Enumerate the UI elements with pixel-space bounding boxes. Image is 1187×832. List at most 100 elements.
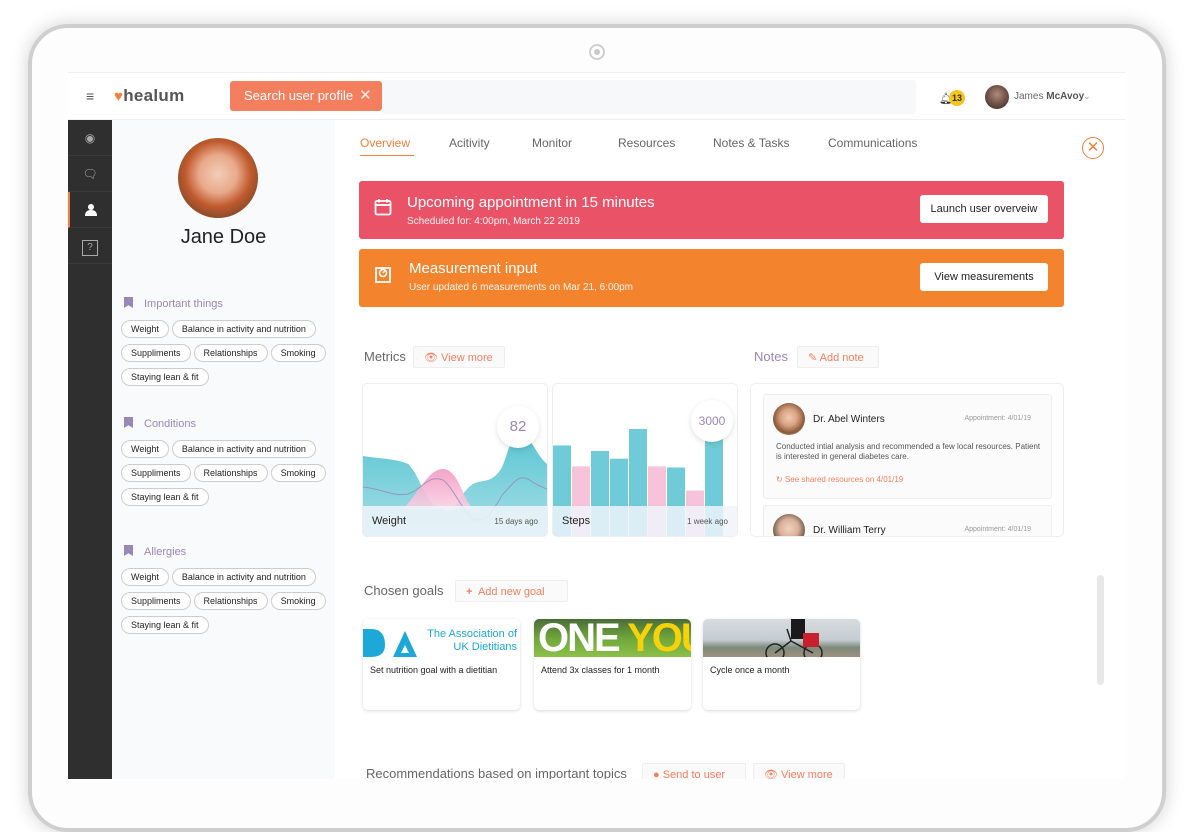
tab-resources[interactable]: Resources (618, 136, 675, 150)
goal-image-one-you: ONE YOU (534, 619, 691, 660)
note-item[interactable]: Dr. Abel Winters Appointment: 4/01/19 Co… (763, 394, 1052, 499)
search-chip-label: Search user profile (244, 88, 354, 103)
notes-label: Notes (754, 349, 788, 364)
notification-badge[interactable]: 13 (949, 90, 965, 106)
tag-chip[interactable]: Balance in activity and nutrition (171, 440, 316, 458)
scale-icon (375, 267, 391, 283)
weight-value-bubble: 82 (497, 406, 539, 448)
rail-item-user[interactable] (68, 192, 112, 228)
logo[interactable]: ♥healum (114, 86, 185, 106)
tag-chip[interactable]: Relationships (193, 464, 268, 482)
note-body: Conducted intial analysis and recommende… (776, 442, 1041, 461)
tag-chip[interactable]: Balance in activity and nutrition (171, 568, 316, 586)
alert-subtitle: Scheduled for: 4:00pm, March 22 2019 (407, 216, 580, 227)
metrics-view-more-button[interactable]: 👁︎ View more (413, 346, 505, 368)
tab-overview[interactable]: Overview (360, 136, 415, 156)
metric-age: 1 week ago (687, 517, 728, 526)
notes-list: Dr. Abel Winters Appointment: 4/01/19 Co… (750, 383, 1064, 537)
tab-notes-tasks[interactable]: Notes & Tasks (713, 136, 789, 150)
measurement-alert: Measurement input User updated 6 measure… (359, 249, 1064, 307)
cyclist-image (765, 619, 823, 657)
metric-card-weight[interactable]: 82 Weight 15 days ago (362, 383, 548, 537)
view-measurements-button[interactable]: View measurements (920, 263, 1048, 291)
tab-monitor[interactable]: Monitor (532, 136, 572, 150)
button-label: View more (441, 352, 493, 364)
tag-chip[interactable]: Weight (121, 440, 169, 458)
send-to-user-button[interactable]: ● Send to user (642, 763, 746, 779)
tag-chip[interactable]: Staying lean & fit (121, 488, 209, 506)
tag-chip[interactable]: Relationships (193, 592, 268, 610)
rail-item-help[interactable]: ? (68, 228, 112, 264)
tags-important: Weight Balance in activity and nutrition S… (121, 319, 331, 391)
section-title-text: Allergies (144, 546, 187, 558)
close-profile-button[interactable]: ✕ (1082, 137, 1104, 159)
scrollbar-thumb[interactable] (1097, 575, 1104, 685)
chevron-down-icon[interactable]: ⌄ (1083, 91, 1091, 102)
steps-value-bubble: 3000 (691, 400, 733, 442)
user-name[interactable]: James McAvoy (1014, 91, 1084, 102)
metric-name: Steps (562, 515, 591, 527)
goal-image-dietitians: The Association of UK Dietitians (363, 619, 520, 657)
tag-chip[interactable]: Relationships (193, 344, 268, 362)
goal-card[interactable]: ONE YOU Attend 3x classes for 1 month (534, 619, 691, 710)
note-appointment: Appointment: 4/01/19 (964, 526, 1031, 533)
tag-chip[interactable]: Balance in activity and nutrition (171, 320, 316, 338)
plus-icon: + (466, 586, 473, 598)
bda-logo-icon (363, 629, 417, 657)
history-icon: ↻ (776, 475, 783, 484)
goal-card[interactable]: Cycle once a month (703, 619, 860, 710)
goals-label: Chosen goals (364, 583, 444, 598)
section-title-conditions: Conditions (124, 417, 196, 430)
search-user-profile-chip[interactable]: Search user profile ✕ (230, 81, 382, 111)
tag-chip[interactable]: Staying lean & fit (121, 616, 209, 634)
user-avatar[interactable] (985, 85, 1009, 109)
tag-chip[interactable]: Suppliments (121, 344, 191, 362)
rail-item-chat[interactable]: 🗨︎ (68, 156, 112, 192)
tag-chip[interactable]: Smoking (270, 344, 326, 362)
user-first-name: James (1014, 91, 1044, 102)
tag-chip[interactable]: Weight (121, 568, 169, 586)
heart-icon: ♥ (114, 88, 124, 105)
note-item[interactable]: Dr. William Terry Appointment: 4/01/19 (763, 505, 1052, 536)
note-appointment: Appointment: 4/01/19 (964, 415, 1031, 422)
chat-icon: 🗨︎ (82, 167, 98, 181)
close-icon[interactable]: ✕ (359, 87, 372, 104)
section-title-allergies: Allergies (124, 545, 186, 558)
launch-user-overview-button[interactable]: Launch user overveiw (920, 195, 1048, 223)
icon-rail: ◉ 🗨︎ ? (68, 120, 112, 779)
link-text: See shared resources on 4/01/19 (784, 475, 904, 484)
button-label: Add new goal (477, 586, 545, 598)
profile-panel: Jane Doe Important things Weight Balance … (112, 120, 335, 779)
tag-chip[interactable]: Weight (121, 320, 169, 338)
rail-item-dashboard[interactable]: ◉ (68, 120, 112, 156)
logo-text: healum (123, 86, 185, 105)
goal-card[interactable]: The Association of UK Dietitians Set nut… (363, 619, 520, 710)
tag-chip[interactable]: Suppliments (121, 592, 191, 610)
camera-icon (589, 44, 605, 60)
hamburger-icon[interactable]: ≡ (86, 88, 94, 104)
one-you-logo: ONE YOU (538, 619, 691, 660)
tag-chip[interactable]: Staying lean & fit (121, 368, 209, 386)
app-screen: ≡ ♥healum Search user profile ✕ 🔔︎ 13 Jam… (68, 72, 1126, 779)
pencil-icon: ✎ (808, 352, 818, 364)
tag-chip[interactable]: Suppliments (121, 464, 191, 482)
bookmark-icon (124, 417, 133, 428)
tab-communications[interactable]: Communications (828, 136, 917, 150)
add-new-goal-button[interactable]: + Add new goal (455, 580, 568, 602)
goal-title: Attend 3x classes for 1 month (541, 665, 660, 675)
user-icon (85, 204, 97, 216)
tab-activity[interactable]: Acitivity (449, 136, 490, 150)
add-note-button[interactable]: ✎ Add note (797, 346, 879, 368)
calendar-icon (374, 199, 392, 216)
note-author-avatar (773, 403, 805, 435)
main-content: Overview Acitivity Monitor Resources Not… (335, 120, 1126, 779)
tag-chip[interactable]: Smoking (270, 592, 326, 610)
note-shared-resources-link[interactable]: ↻ See shared resources on 4/01/19 (776, 475, 903, 484)
metric-card-steps[interactable]: 3000 Steps 1 week ago (552, 383, 738, 537)
search-input[interactable] (382, 80, 916, 114)
tag-chip[interactable]: Smoking (270, 464, 326, 482)
recommendations-view-more-button[interactable]: 👁︎ View more (753, 763, 845, 779)
appointment-alert: Upcoming appointment in 15 minutes Sched… (359, 181, 1064, 239)
recommendations-label: Recommendations based on important topic… (366, 766, 627, 779)
section-title-important: Important things (124, 297, 223, 310)
